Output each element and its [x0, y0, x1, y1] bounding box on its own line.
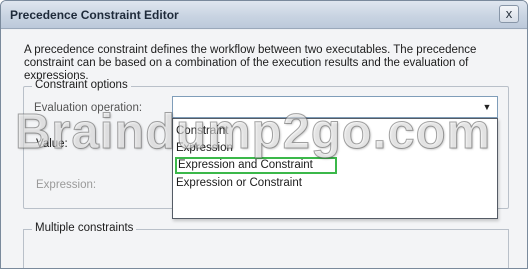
dropdown-item-expression[interactable]: Expression	[173, 140, 497, 157]
evaluation-operation-combobox[interactable]: ▼	[172, 96, 498, 118]
evaluation-operation-label: Evaluation operation:	[34, 102, 143, 114]
chevron-down-icon[interactable]: ▼	[479, 99, 495, 115]
multiple-constraints-label: Multiple constraints	[32, 222, 137, 234]
dropdown-item-constraint[interactable]: Constraint	[173, 123, 497, 140]
dropdown-item-expression-or-constraint[interactable]: Expression or Constraint	[173, 175, 497, 192]
value-label: Value:	[36, 138, 68, 150]
title-bar: Precedence Constraint Editor x	[1, 1, 527, 29]
constraint-options-label: Constraint options	[32, 79, 131, 91]
close-icon: x	[505, 6, 513, 21]
description-text: A precedence constraint defines the work…	[24, 44, 477, 82]
evaluation-operation-dropdown-list: Constraint Expression Expression and Con…	[172, 118, 498, 219]
close-button[interactable]: x	[499, 5, 519, 23]
window-title: Precedence Constraint Editor	[10, 8, 179, 22]
expression-label: Expression:	[36, 179, 97, 191]
precedence-constraint-editor-window: Precedence Constraint Editor x A precede…	[0, 0, 528, 269]
dropdown-item-expression-and-constraint[interactable]: Expression and Constraint	[175, 157, 337, 174]
multiple-constraints-group: Multiple constraints	[23, 222, 509, 268]
